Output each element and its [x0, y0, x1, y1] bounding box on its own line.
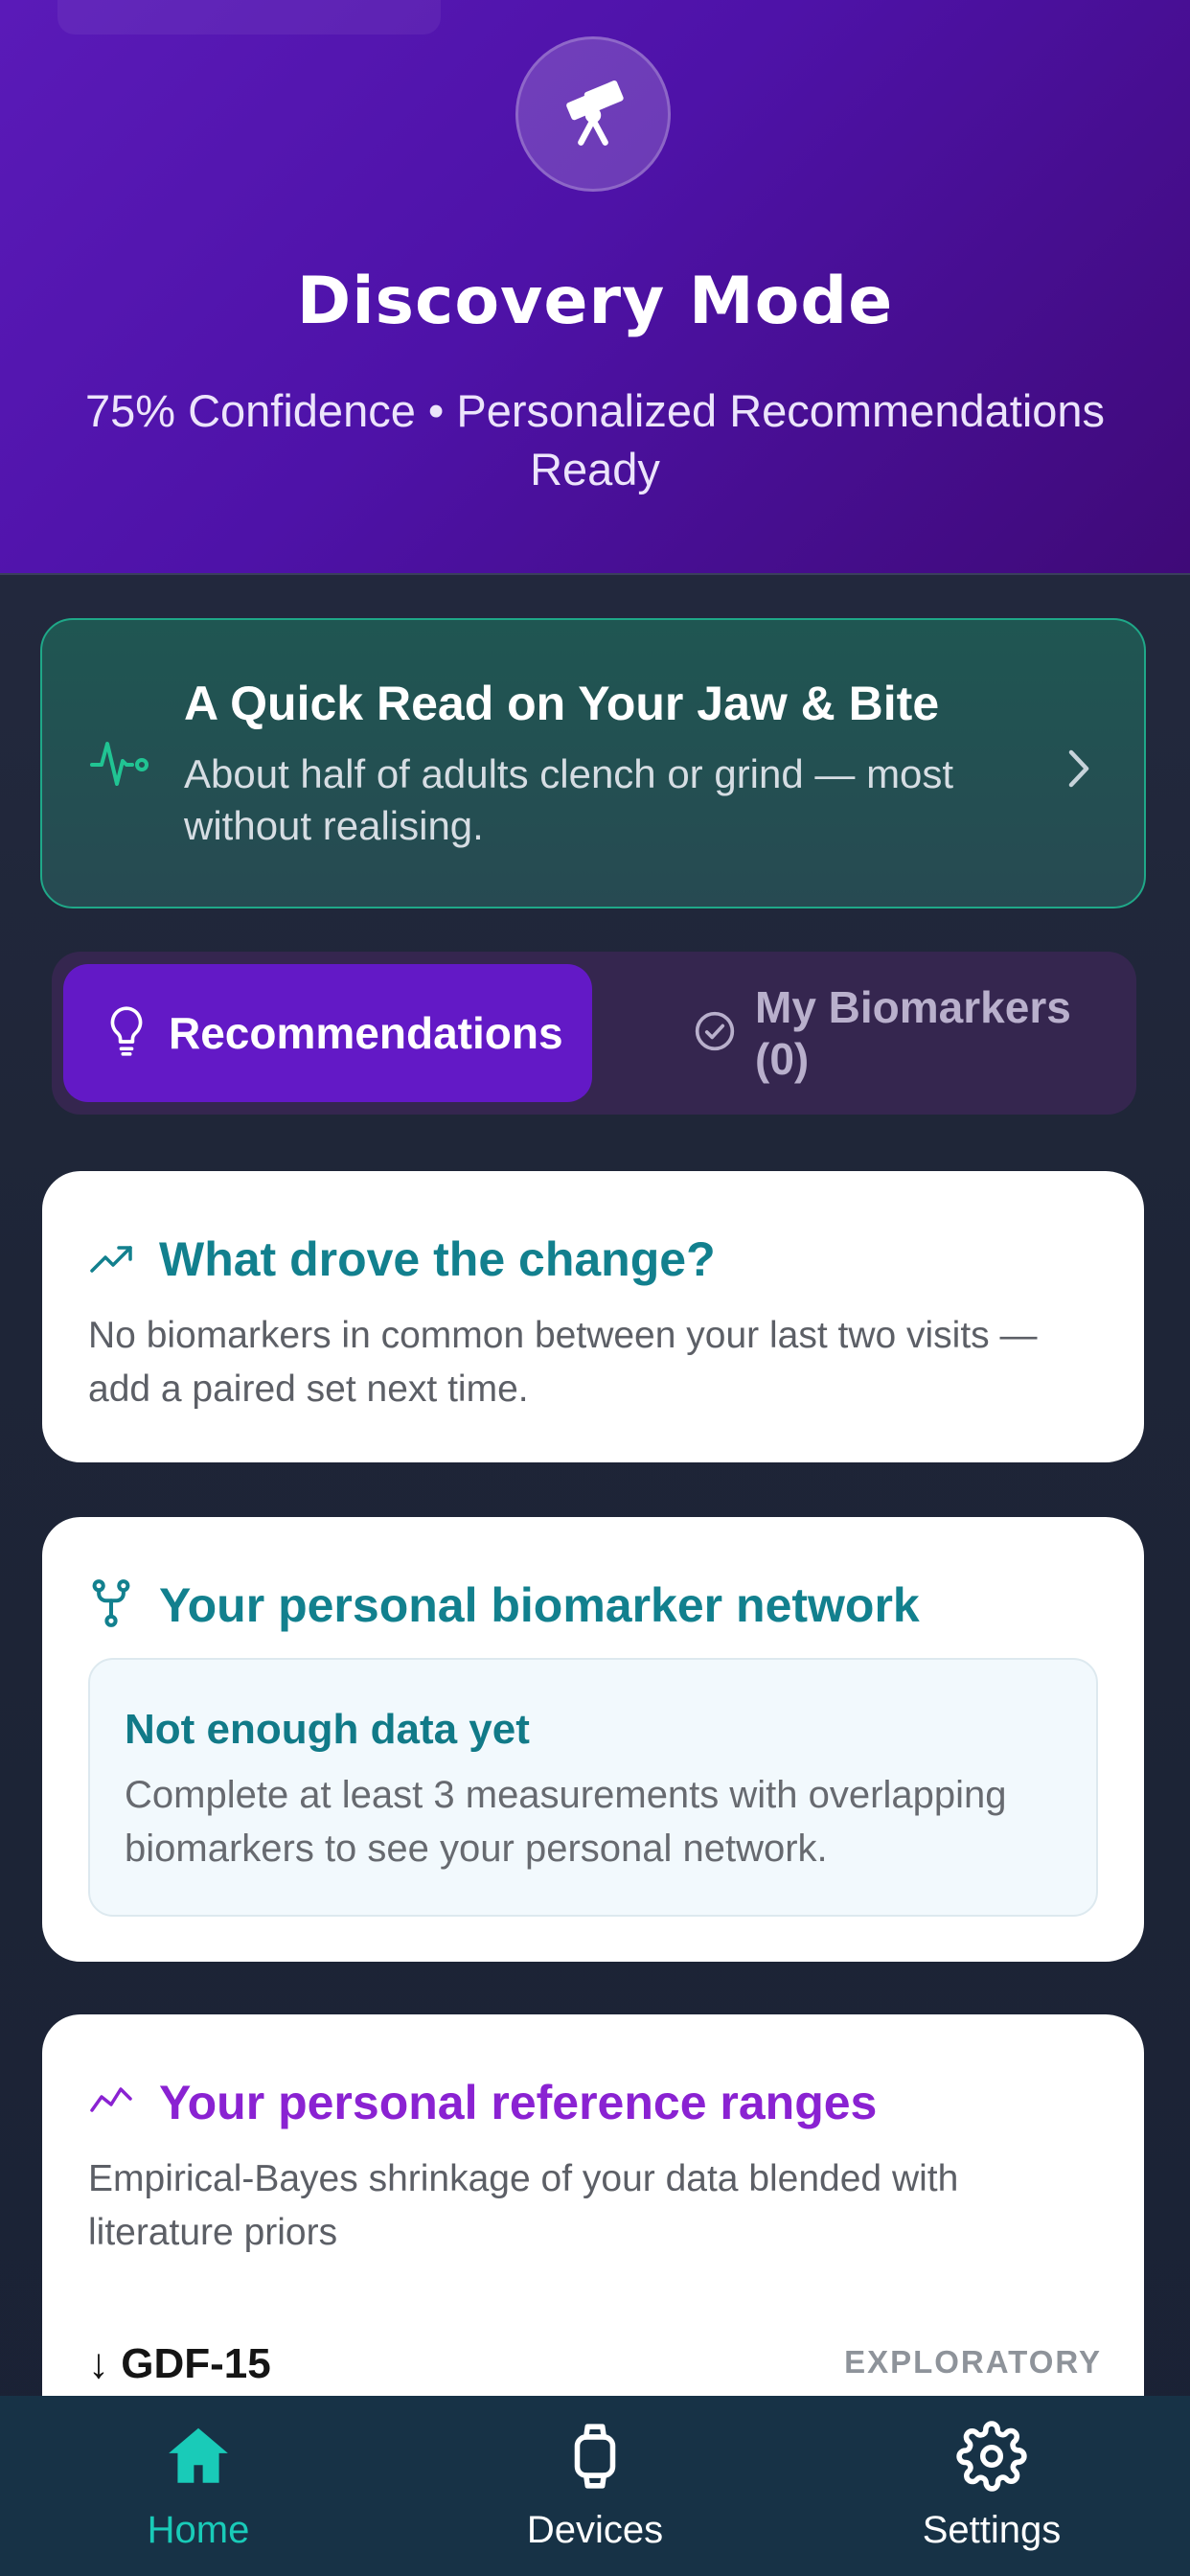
network-fork-icon [90, 1578, 132, 1633]
tab-my-biomarkers[interactable]: My Biomarkers (0) [627, 964, 1125, 1102]
what-drove-change-body: No biomarkers in common between your las… [88, 1315, 1038, 1410]
exploratory-badge: EXPLORATORY [844, 2344, 1102, 2380]
tab-recommendations-label: Recommendations [169, 1008, 563, 1058]
nav-settings[interactable]: Settings [793, 2396, 1190, 2576]
empty-state-title: Not enough data yet [125, 1706, 530, 1753]
reference-ranges-body: Empirical-Bayes shrinkage of your data b… [88, 2158, 959, 2253]
biomarker-gdf15-label[interactable]: ↓ GDF-15 [88, 2340, 271, 2388]
trending-up-icon [88, 1238, 136, 1281]
quick-read-title: A Quick Read on Your Jaw & Bite [184, 677, 940, 730]
reference-ranges-title: Your personal reference ranges [159, 2076, 878, 2129]
nav-settings-label: Settings [922, 2509, 1062, 2551]
nav-home-label: Home [147, 2509, 250, 2551]
gear-icon [956, 2421, 1027, 2492]
chevron-right-icon [1060, 745, 1098, 793]
discovery-header: Discovery Mode 75% Confidence • Personal… [0, 0, 1190, 575]
lightbulb-icon [105, 1004, 148, 1063]
reference-ranges-card: Your personal reference ranges Empirical… [42, 2014, 1144, 2455]
status-bar-overlay [57, 0, 441, 34]
jaw-bite-quick-read-card[interactable]: A Quick Read on Your Jaw & Bite About ha… [40, 618, 1146, 908]
bottom-navigation: Home Devices Settings [0, 2396, 1190, 2576]
check-circle-icon [694, 1010, 736, 1057]
recommendation-tabs: Recommendations My Biomarkers (0) [52, 952, 1136, 1115]
empty-state-box: Not enough data yet Complete at least 3 … [88, 1658, 1098, 1917]
empty-state-body: Complete at least 3 measurements with ov… [125, 1774, 1007, 1870]
what-drove-change-title: What drove the change? [159, 1232, 716, 1286]
confidence-subtitle: 75% Confidence • Personalized Recommenda… [84, 385, 1106, 494]
tab-my-biomarkers-label: My Biomarkers (0) [755, 982, 1071, 1084]
line-chart-icon [88, 2082, 134, 2121]
home-icon [163, 2421, 234, 2492]
biomarker-network-card: Your personal biomarker network Not enou… [42, 1517, 1144, 1962]
quick-read-body: About half of adults clench or grind — m… [184, 751, 954, 848]
heart-pulse-icon [90, 740, 151, 788]
nav-devices[interactable]: Devices [397, 2396, 793, 2576]
tab-recommendations[interactable]: Recommendations [63, 964, 592, 1102]
page-title: Discovery Mode [296, 264, 894, 339]
telescope-badge [515, 36, 671, 192]
nav-home[interactable]: Home [0, 2396, 397, 2576]
nav-devices-label: Devices [526, 2509, 664, 2551]
what-drove-change-card: What drove the change? No biomarkers in … [42, 1171, 1144, 1462]
biomarker-network-title: Your personal biomarker network [159, 1578, 920, 1632]
watch-icon [560, 2421, 630, 2492]
telescope-icon [557, 76, 629, 153]
